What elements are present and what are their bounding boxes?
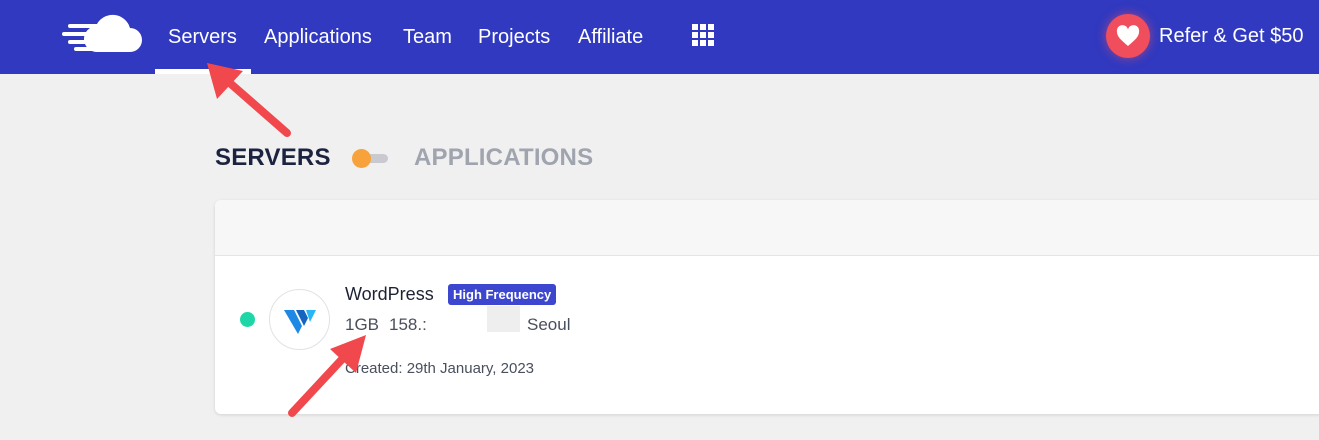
server-size: 1GB [345, 315, 380, 334]
server-created-date: Created: 29th January, 2023 [345, 360, 535, 377]
server-ip: 158.: [389, 315, 427, 334]
refer-label: Refer & Get $50 [1159, 24, 1304, 47]
server-type-badge: High Frequency [448, 284, 557, 305]
redacted-ip-mask [487, 306, 520, 332]
nav-affiliate[interactable]: Affiliate [578, 26, 643, 49]
server-location: Seoul [527, 315, 571, 334]
nav-applications[interactable]: Applications [264, 26, 372, 49]
refer-button[interactable]: Refer & Get $50 [1106, 14, 1304, 58]
grid-icon[interactable] [692, 24, 714, 46]
servers-view-label[interactable]: SERVERS [215, 144, 331, 172]
toggle-knob [352, 149, 371, 168]
cloud-logo-icon[interactable] [58, 14, 144, 54]
server-card[interactable] [215, 200, 1319, 414]
nav-projects[interactable]: Projects [478, 26, 550, 49]
server-name[interactable]: WordPress [345, 284, 434, 305]
applications-view-label[interactable]: APPLICATIONS [414, 144, 593, 172]
top-nav: Servers Applications Team Projects Affil… [0, 0, 1319, 74]
nav-team[interactable]: Team [403, 26, 452, 49]
heart-icon [1106, 14, 1150, 58]
vultr-logo-icon[interactable] [269, 289, 330, 350]
active-nav-indicator [155, 69, 251, 74]
nav-servers[interactable]: Servers [168, 26, 237, 49]
status-online-indicator [240, 312, 255, 327]
card-header [215, 200, 1319, 256]
view-toggle-switch[interactable] [352, 148, 390, 168]
